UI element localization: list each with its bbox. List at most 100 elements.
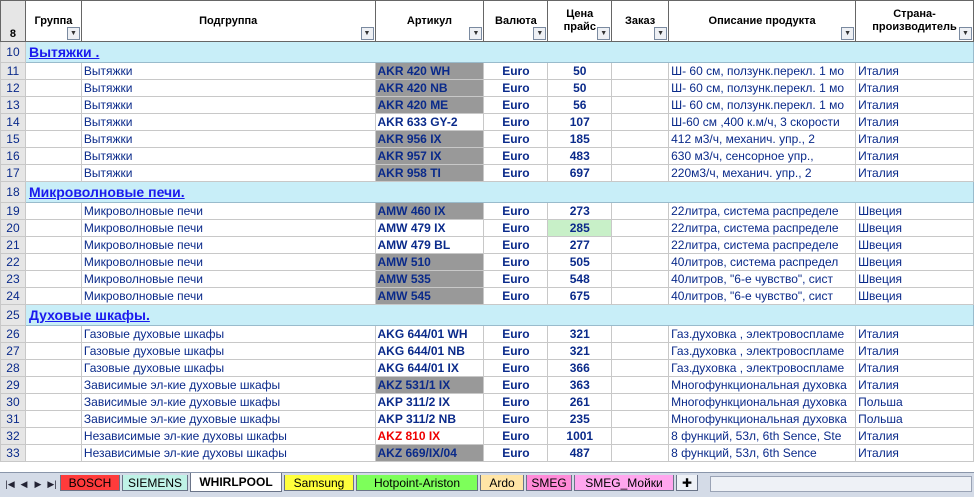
price-cell[interactable]: 548 (547, 270, 613, 288)
article-cell[interactable]: AMW 535 (374, 270, 485, 288)
country-cell[interactable]: Польша (855, 393, 974, 411)
row-number[interactable]: 27 (0, 342, 26, 360)
currency-cell[interactable]: Euro (483, 130, 549, 148)
row-number[interactable]: 20 (0, 219, 26, 237)
sheet-tab[interactable]: SIEMENS (122, 475, 188, 491)
header-currency[interactable]: Валюта ▼ (483, 0, 549, 42)
section-title[interactable]: Духовые шкафы. (24, 304, 974, 326)
price-cell[interactable]: 185 (547, 130, 613, 148)
filter-dropdown-icon[interactable]: ▼ (959, 27, 972, 40)
order-cell[interactable] (611, 342, 670, 360)
order-cell[interactable] (611, 113, 670, 131)
spreadsheet-grid[interactable]: 8 Группа ▼ Подгруппа ▼ Артикул ▼ Валюта ▼ Це… (0, 0, 974, 472)
country-cell[interactable]: Италия (855, 342, 974, 360)
order-cell[interactable] (611, 253, 670, 271)
currency-cell[interactable]: Euro (483, 342, 549, 360)
currency-cell[interactable]: Euro (483, 62, 549, 80)
currency-cell[interactable]: Euro (483, 376, 549, 394)
description-cell[interactable]: 22литра, система распределе (668, 202, 857, 220)
description-cell[interactable]: Ш- 60 см, ползунк.перекл. 1 мо (668, 79, 857, 97)
subgroup-cell[interactable]: Вытяжки (80, 164, 376, 182)
group-cell[interactable] (24, 393, 82, 411)
row-number[interactable]: 26 (0, 325, 26, 343)
price-cell[interactable]: 50 (547, 62, 613, 80)
group-cell[interactable] (24, 253, 82, 271)
subgroup-cell[interactable]: Газовые духовые шкафы (80, 325, 376, 343)
currency-cell[interactable]: Euro (483, 444, 549, 462)
new-sheet-icon[interactable]: ✚ (676, 475, 698, 491)
group-cell[interactable] (24, 164, 82, 182)
subgroup-cell[interactable]: Вытяжки (80, 62, 376, 80)
row-number[interactable]: 12 (0, 79, 26, 97)
currency-cell[interactable]: Euro (483, 113, 549, 131)
subgroup-cell[interactable]: Вытяжки (80, 79, 376, 97)
subgroup-cell[interactable]: Вытяжки (80, 96, 376, 114)
description-cell[interactable]: Многофункциональная духовка (668, 393, 857, 411)
country-cell[interactable]: Италия (855, 427, 974, 445)
country-cell[interactable]: Италия (855, 147, 974, 165)
group-cell[interactable] (24, 270, 82, 288)
country-cell[interactable]: Швеция (855, 287, 974, 305)
subgroup-cell[interactable]: Микроволновые печи (80, 219, 376, 237)
subgroup-cell[interactable]: Микроволновые печи (80, 202, 376, 220)
country-cell[interactable]: Швеция (855, 270, 974, 288)
description-cell[interactable]: 412 м3/ч, механич. упр., 2 (668, 130, 857, 148)
country-cell[interactable]: Италия (855, 113, 974, 131)
subgroup-cell[interactable]: Микроволновые печи (80, 236, 376, 254)
group-cell[interactable] (24, 96, 82, 114)
order-cell[interactable] (611, 287, 670, 305)
prev-sheet-icon[interactable]: ◀ (18, 477, 30, 491)
order-cell[interactable] (611, 79, 670, 97)
description-cell[interactable]: Ш- 60 см, ползунк.перекл. 1 мо (668, 62, 857, 80)
filter-dropdown-icon[interactable]: ▼ (654, 27, 668, 40)
order-cell[interactable] (611, 325, 670, 343)
article-cell[interactable]: AKR 420 NB (374, 79, 485, 97)
currency-cell[interactable]: Euro (483, 270, 549, 288)
currency-cell[interactable]: Euro (483, 410, 549, 428)
article-cell[interactable]: AKR 958 TI (374, 164, 485, 182)
subgroup-cell[interactable]: Газовые духовые шкафы (80, 359, 376, 377)
order-cell[interactable] (611, 202, 670, 220)
sheet-tab[interactable]: SMEG_Мойки (574, 475, 674, 491)
article-cell[interactable]: AKZ 810 IX (374, 427, 485, 445)
subgroup-cell[interactable]: Зависимые эл-кие духовые шкафы (80, 410, 376, 428)
row-number[interactable]: 31 (0, 410, 26, 428)
filter-dropdown-icon[interactable]: ▼ (841, 27, 855, 40)
currency-cell[interactable]: Euro (483, 287, 549, 305)
horizontal-scrollbar[interactable] (710, 476, 972, 492)
order-cell[interactable] (611, 376, 670, 394)
description-cell[interactable]: 8 функций, 53л, 6th Sence, Ste (668, 427, 857, 445)
row-number[interactable]: 18 (0, 181, 26, 203)
country-cell[interactable]: Италия (855, 444, 974, 462)
row-number[interactable]: 30 (0, 393, 26, 411)
order-cell[interactable] (611, 410, 670, 428)
country-cell[interactable]: Италия (855, 376, 974, 394)
article-cell[interactable]: AKR 956 IX (374, 130, 485, 148)
article-cell[interactable]: AMW 479 IX (374, 219, 485, 237)
country-cell[interactable]: Италия (855, 359, 974, 377)
row-number[interactable]: 23 (0, 270, 26, 288)
header-description[interactable]: Описание продукта ▼ (668, 0, 857, 42)
subgroup-cell[interactable]: Вытяжки (80, 147, 376, 165)
order-cell[interactable] (611, 236, 670, 254)
header-country[interactable]: Страна-производитель ▼ (855, 0, 974, 42)
subgroup-cell[interactable]: Зависимые эл-кие духовые шкафы (80, 393, 376, 411)
order-cell[interactable] (611, 270, 670, 288)
group-cell[interactable] (24, 79, 82, 97)
filter-dropdown-icon[interactable]: ▼ (66, 27, 80, 40)
description-cell[interactable]: Ш- 60 см, ползунк.перекл. 1 мо (668, 96, 857, 114)
article-cell[interactable]: AKG 644/01 IX (374, 359, 485, 377)
price-cell[interactable]: 697 (547, 164, 613, 182)
header-order[interactable]: Заказ ▼ (611, 0, 670, 42)
row-number[interactable]: 33 (0, 444, 26, 462)
description-cell[interactable]: Газ.духовка , электровоспламе (668, 342, 857, 360)
article-cell[interactable]: AKP 311/2 IX (374, 393, 485, 411)
currency-cell[interactable]: Euro (483, 79, 549, 97)
currency-cell[interactable]: Euro (483, 325, 549, 343)
description-cell[interactable]: Многофункциональная духовка (668, 376, 857, 394)
subgroup-cell[interactable]: Независимые эл-кие духовы шкафы (80, 444, 376, 462)
article-cell[interactable]: AMW 545 (374, 287, 485, 305)
first-sheet-icon[interactable]: |◀ (4, 477, 16, 491)
description-cell[interactable]: 630 м3/ч, сенсорное упр., (668, 147, 857, 165)
article-cell[interactable]: AKG 644/01 WH (374, 325, 485, 343)
